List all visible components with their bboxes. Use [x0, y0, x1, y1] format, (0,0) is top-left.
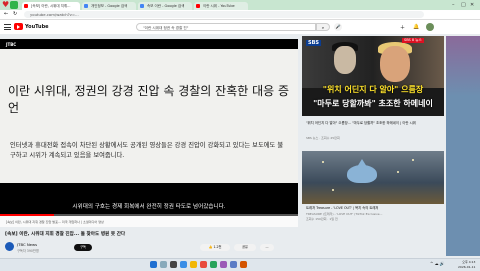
google-favicon-icon	[84, 4, 88, 8]
edge-icon[interactable]	[180, 261, 187, 268]
slide-title: 이란 시위대, 정권의 강경 진압 속 경찰의 잔혹한 대응 증언	[8, 84, 290, 115]
channel-name[interactable]: JTBC News	[17, 242, 37, 247]
thumbnail-caption-1: "위치 어딘지 다 알아" 으름장	[322, 85, 424, 94]
search-icon: ⌕	[321, 25, 325, 30]
clock[interactable]: 오후 4:13 2026-01-11	[458, 260, 475, 270]
search-input[interactable]: "이란 시위대 정권 속 경찰 진"	[136, 23, 316, 31]
recommended-thumbnail-2[interactable]	[302, 151, 444, 204]
shark-figure	[347, 165, 377, 183]
tab-label: 속보 이란 - Google 검색	[147, 4, 185, 8]
recommended-meta-1: SBS 뉴스 · 조회수 25만회	[306, 136, 340, 140]
channel-subscribers: 구독자 390만명	[17, 249, 39, 253]
app-icon[interactable]	[230, 261, 237, 268]
channel-avatar[interactable]	[5, 242, 14, 251]
tab-label: 개인정보 - Google 검색	[91, 4, 128, 8]
chrome-icon[interactable]	[200, 261, 207, 268]
youtube-logo-text[interactable]: YouTube	[25, 23, 49, 31]
bell-icon[interactable]: 🔔	[413, 24, 419, 30]
more-button[interactable]: ...	[260, 244, 274, 251]
browser-tab-bar: ♥ [속보] 이란, 시위대 지휘... 개인정보 - Google 검색 속보…	[0, 0, 480, 10]
youtube-favicon-icon	[196, 4, 200, 8]
search-icon[interactable]	[160, 261, 167, 268]
search-button[interactable]: ⌕	[316, 23, 330, 31]
reload-icon[interactable]: ↻	[13, 10, 17, 19]
youtube-header: YouTube "이란 시위대 정권 속 경찰 진" ⌕ 🎤 ＋ 🔔	[0, 20, 480, 34]
google-favicon-icon	[140, 4, 144, 8]
start-icon[interactable]	[150, 261, 157, 268]
sparkle	[322, 161, 324, 163]
taskbar: ^ ☁ 🔊 오후 4:13 2026-01-11	[0, 258, 480, 271]
like-button[interactable]: 👍 1.2천	[200, 244, 230, 251]
sparkle	[332, 189, 334, 191]
video-slide: 이란 시위대, 정권의 강경 진압 속 경찰의 잔혹한 대응 증언 인터넷과 휴…	[0, 49, 298, 183]
background-glow	[446, 36, 480, 96]
tab-google-1[interactable]: 개인정보 - Google 검색	[82, 2, 136, 10]
app-icon[interactable]	[240, 261, 247, 268]
recommended-meta-2-views: 조회수 150만회 · 1일 전	[306, 217, 338, 221]
folder-icon[interactable]	[190, 261, 197, 268]
recommended-meta-2: TREASURE (트레저) - 'LOVE OUT' (TikTok Excl…	[306, 212, 383, 216]
video-player[interactable]: JTBC 이란 시위대, 정권의 강경 진압 속 경찰의 잔혹한 대응 증언 인…	[0, 39, 298, 215]
channel-logo: JTBC	[6, 42, 17, 47]
tab-label: 이란 시위 - YouTube	[203, 4, 235, 8]
background-window	[446, 36, 480, 256]
subtitle-text: 시위대의 구호는 경제 회복에서 완전히 정권 타도로 넘어갔습니다.	[69, 203, 229, 211]
thumbnail-caption-2: "마두로 당할까봐" 초조한 하메네이	[313, 99, 433, 108]
tab-label: [속보] 이란, 시위대 지휘...	[31, 4, 71, 8]
extension-icon[interactable]	[10, 1, 18, 9]
video-subtitle: 시위대의 구호는 경제 회복에서 완전히 정권 타도로 넘어갔습니다.	[0, 202, 298, 211]
url-field[interactable]: youtube.com/watch?v=...	[24, 11, 424, 18]
subscribe-button[interactable]: 구독	[74, 244, 92, 251]
clock-date: 2026-01-11	[458, 265, 476, 269]
tab-active[interactable]: [속보] 이란, 시위대 지휘...	[22, 2, 80, 10]
recommended-title-2[interactable]: 트레저 Treasure - 'LOVE OUT' | 복지 속의 트레저	[306, 206, 446, 211]
share-button[interactable]: 공유	[234, 244, 256, 251]
tab-google-2[interactable]: 속보 이란 - Google 검색	[138, 2, 192, 10]
back-icon[interactable]: ←	[4, 10, 8, 19]
youtube-favicon-icon	[24, 4, 28, 8]
recommended-title-1[interactable]: "위치 어딘지 다 알아" 으름장... "마두로 당할까" 초조한 하메네이 …	[306, 121, 446, 126]
create-icon[interactable]: ＋	[400, 24, 405, 31]
close-icon[interactable]: ✕	[470, 1, 474, 9]
sparkle	[397, 171, 399, 173]
thumbnail-person-1	[334, 46, 356, 74]
task-view-icon[interactable]	[170, 261, 177, 268]
thumbnail-person-2	[380, 46, 410, 82]
slide-body: 인터넷과 휴대전화 접속이 차단된 상황에서도 공개된 영상들은 강경 진압이 …	[10, 142, 284, 159]
maximize-icon[interactable]: □	[461, 1, 466, 9]
sbs-logo: SBS	[306, 40, 322, 46]
address-bar: ← ↻ youtube.com/watch?v=...	[0, 10, 480, 20]
info-text: [속보] 이란, 시위대 지휘 경찰 진압 발표... 미국 개입하나 | 소셜…	[6, 220, 104, 224]
video-title: [속보] 이란, 시위대 지휘 경찰 진압... 돌 찾아도 병원 못 간다	[5, 232, 126, 237]
minimize-icon[interactable]: –	[452, 1, 455, 9]
avatar[interactable]	[426, 23, 434, 31]
system-tray-icon[interactable]: ^ ☁ 🔊	[430, 261, 445, 266]
video-info-bar: [속보] 이란, 시위대 지휘 경찰 진압 발표... 미국 개입하나 | 소셜…	[0, 216, 298, 227]
heart-icon: ♥	[2, 0, 10, 9]
tab-youtube-2[interactable]: 이란 시위 - YouTube	[194, 2, 248, 10]
mic-icon[interactable]: 🎤	[334, 23, 342, 31]
sparkle	[412, 159, 414, 161]
app-icon[interactable]	[210, 261, 217, 268]
recommended-thumbnail-1[interactable]: SBS SBS 8 뉴스 "위치 어딘지 다 알아" 으름장 "마두로 당할까봐…	[302, 36, 444, 116]
menu-icon[interactable]	[4, 24, 11, 30]
thumbnail-tag: SBS 8 뉴스	[402, 38, 424, 43]
thumbnail-background	[302, 36, 444, 88]
youtube-logo-icon[interactable]	[14, 23, 23, 30]
app-icon[interactable]	[220, 261, 227, 268]
